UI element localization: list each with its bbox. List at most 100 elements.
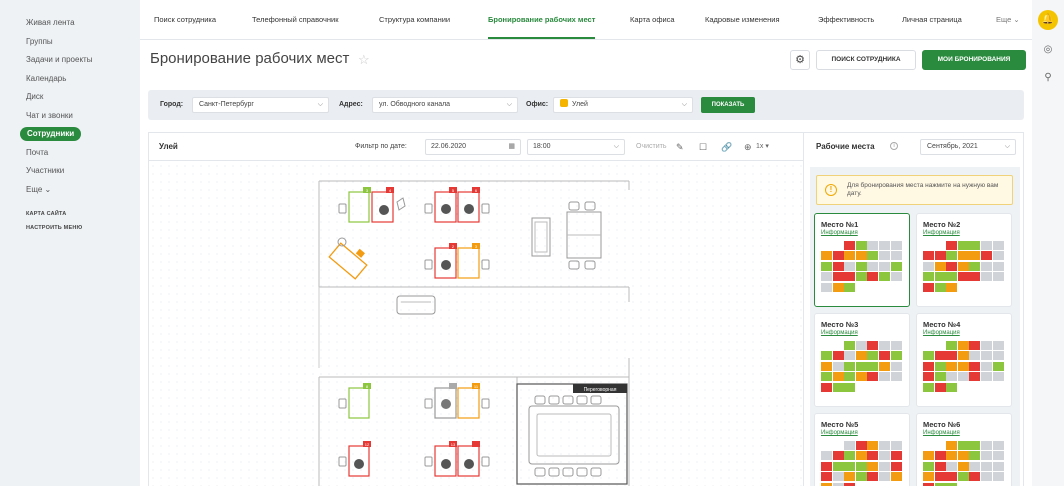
calendar-day[interactable] <box>923 472 934 482</box>
calendar-day[interactable] <box>957 251 969 261</box>
seat-info-link[interactable]: Информация <box>923 430 960 436</box>
calendar-day[interactable] <box>957 372 969 382</box>
edit-pencil-icon[interactable]: ✎ <box>676 139 684 155</box>
calendar-day[interactable] <box>923 382 934 392</box>
calendar-day[interactable] <box>844 461 856 471</box>
calendar-day[interactable] <box>992 472 1004 482</box>
calendar-day[interactable] <box>923 482 934 486</box>
calendar-day[interactable] <box>867 241 879 250</box>
calendar-day[interactable] <box>923 251 934 261</box>
calendar-day[interactable] <box>957 441 969 450</box>
calendar-day[interactable] <box>946 451 958 461</box>
calendar-day[interactable] <box>981 361 992 371</box>
calendar-day[interactable] <box>923 451 934 461</box>
calendar-day[interactable] <box>867 461 879 471</box>
seat-card-1[interactable]: Место №1 Информация <box>814 213 910 307</box>
calendar-day[interactable] <box>957 451 969 461</box>
calendar-day[interactable] <box>992 261 1004 271</box>
calendar-day[interactable] <box>957 341 969 350</box>
calendar-day[interactable] <box>832 461 844 471</box>
calendar-day[interactable] <box>821 451 832 461</box>
calendar-day[interactable] <box>832 272 844 282</box>
calendar-day[interactable] <box>992 451 1004 461</box>
calendar-day[interactable] <box>844 441 856 450</box>
calendar-day[interactable] <box>832 451 844 461</box>
calendar-day[interactable] <box>855 351 867 361</box>
help-circle-icon[interactable]: ◎ <box>1038 40 1058 60</box>
calendar-day[interactable] <box>981 272 992 282</box>
info-icon[interactable]: i <box>890 142 898 150</box>
calendar-day[interactable] <box>992 461 1004 471</box>
calendar-day[interactable] <box>821 372 832 382</box>
seat-card-5[interactable]: Место №5 Информация <box>814 413 910 486</box>
calendar-day[interactable] <box>821 282 832 292</box>
tab-employee-search[interactable]: Поиск сотрудника <box>154 0 216 40</box>
address-select[interactable]: ул. Обводного канала ⌵ <box>372 97 518 113</box>
calendar-day[interactable] <box>969 241 981 250</box>
calendar-day[interactable] <box>923 282 934 292</box>
desk-11[interactable]: 11 <box>457 383 480 419</box>
calendar-day[interactable] <box>969 272 981 282</box>
calendar-day[interactable] <box>946 482 958 486</box>
calendar-day[interactable] <box>934 361 946 371</box>
calendar-day[interactable] <box>957 461 969 471</box>
calendar-day[interactable] <box>855 451 867 461</box>
desk-grey[interactable] <box>434 383 457 419</box>
calendar-day[interactable] <box>969 361 981 371</box>
meeting-room[interactable]: Переговорная <box>516 383 628 485</box>
calendar-day[interactable] <box>992 272 1004 282</box>
calendar-day[interactable] <box>832 251 844 261</box>
calendar-day[interactable] <box>934 482 946 486</box>
desk-2[interactable]: 2 <box>434 243 457 279</box>
calendar-day[interactable] <box>946 441 958 450</box>
calendar-day[interactable] <box>844 482 856 486</box>
calendar-day[interactable] <box>969 472 981 482</box>
sidebar-item-disk[interactable]: Диск <box>0 88 140 107</box>
sidebar-item-tasks[interactable]: Задачи и проекты <box>0 51 140 70</box>
calendar-day[interactable] <box>821 251 832 261</box>
seat-info-link[interactable]: Информация <box>923 230 960 236</box>
calendar-day[interactable] <box>844 272 856 282</box>
desk-4[interactable]: 4 <box>371 187 394 223</box>
calendar-day[interactable] <box>981 241 992 250</box>
calendar-day[interactable] <box>832 382 844 392</box>
calendar-day[interactable] <box>934 282 946 292</box>
calendar-day[interactable] <box>934 251 946 261</box>
seat-info-link[interactable]: Информация <box>821 330 858 336</box>
calendar-day[interactable] <box>821 351 832 361</box>
calendar-day[interactable] <box>957 261 969 271</box>
calendar-day[interactable] <box>832 482 844 486</box>
calendar-day[interactable] <box>969 451 981 461</box>
calendar-day[interactable] <box>855 361 867 371</box>
calendar-day[interactable] <box>855 441 867 450</box>
calendar-day[interactable] <box>855 461 867 471</box>
calendar-day[interactable] <box>992 372 1004 382</box>
calendar-day[interactable] <box>957 361 969 371</box>
calendar-day[interactable] <box>934 472 946 482</box>
tab-office-map[interactable]: Карта офиса <box>630 0 675 40</box>
calendar-day[interactable] <box>844 472 856 482</box>
seat-card-6[interactable]: Место №6 Информация <box>916 413 1012 486</box>
city-select[interactable]: Санкт-Петербург ⌵ <box>192 97 329 113</box>
calendar-day[interactable] <box>957 472 969 482</box>
tab-phone-directory[interactable]: Телефонный справочник <box>252 0 339 40</box>
calendar-day[interactable] <box>981 261 992 271</box>
calendar-day[interactable] <box>867 261 879 271</box>
calendar-day[interactable] <box>981 451 992 461</box>
calendar-day[interactable] <box>832 282 844 292</box>
calendar-day[interactable] <box>844 382 856 392</box>
sidebar-item-feed[interactable]: Живая лента <box>0 14 140 33</box>
calendar-day[interactable] <box>923 372 934 382</box>
calendar-day[interactable] <box>946 251 958 261</box>
calendar-day[interactable] <box>957 241 969 250</box>
sidebar-item-mail[interactable]: Почта <box>0 144 140 163</box>
calendar-day[interactable] <box>934 372 946 382</box>
tab-efficiency[interactable]: Эффективность <box>818 0 874 40</box>
edit-box-icon[interactable]: ☐ <box>699 139 707 155</box>
calendar-day[interactable] <box>981 351 992 361</box>
link-icon[interactable]: 🔗 <box>721 139 732 155</box>
calendar-day[interactable] <box>890 461 902 471</box>
calendar-day[interactable] <box>821 272 832 282</box>
seat-info-link[interactable]: Информация <box>821 430 858 436</box>
show-button[interactable]: ПОКАЗАТЬ <box>701 97 755 113</box>
